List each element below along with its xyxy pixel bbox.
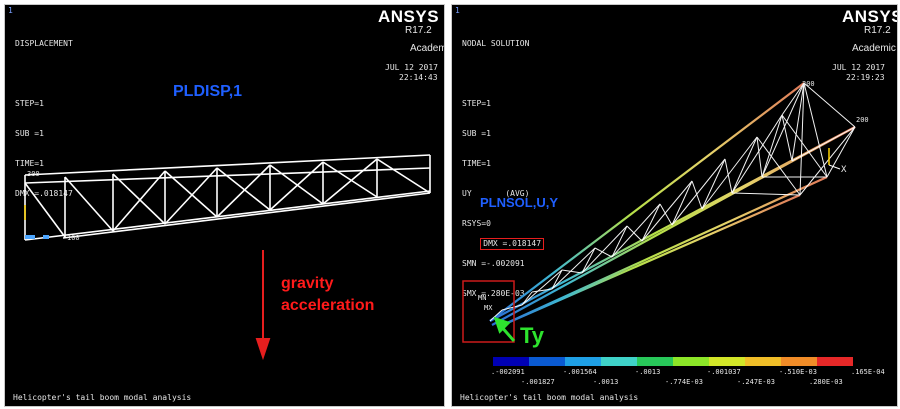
legend-tick-label: -.774E-03 xyxy=(665,378,703,386)
boom-wireframe xyxy=(24,154,431,361)
contour-plot xyxy=(462,82,856,366)
legend-color-band xyxy=(745,357,781,366)
legend-tick-label: -.247E-03 xyxy=(737,378,775,386)
min-node-label: MN xyxy=(478,294,487,302)
legend-color-band xyxy=(493,357,529,366)
legend-tick-label: .165E-04 xyxy=(851,368,885,376)
node-label: 200 xyxy=(856,116,869,124)
legend-color-band xyxy=(817,357,853,366)
gravity-arrow-icon xyxy=(255,250,271,361)
legend-tick-label: .280E-03 xyxy=(809,378,843,386)
plot-footer: Helicopter's tail boom modal analysis xyxy=(13,393,192,402)
axis-x-icon xyxy=(828,164,841,170)
legend-tick-label: -.001564 xyxy=(563,368,597,376)
plot-footer: Helicopter's tail boom modal analysis xyxy=(460,393,639,402)
axis-x-label: X xyxy=(841,165,847,175)
legend-color-band xyxy=(565,357,601,366)
node-label: 100 xyxy=(67,234,80,242)
boom-lattice xyxy=(489,82,856,322)
legend-color-band xyxy=(673,357,709,366)
legend-color-band xyxy=(709,357,745,366)
legend-tick-label: -.0013 xyxy=(593,378,619,386)
max-node-label: MX xyxy=(484,304,493,312)
legend-tick-label: .-002091 xyxy=(491,368,525,376)
node-label: 300 xyxy=(27,170,40,178)
ty-annotation: Ty xyxy=(520,323,545,348)
legend-color-band xyxy=(637,357,673,366)
legend-tick-label: -.001827 xyxy=(521,378,555,386)
legend-tick-label: -.0013 xyxy=(635,368,661,376)
legend-color-band xyxy=(781,357,817,366)
legend-color-band xyxy=(529,357,565,366)
right-graphics-window: 1 NODAL SOLUTION STEP=1 SUB =1 TIME=1 UY… xyxy=(451,4,898,407)
left-graphics-window: 1 DISPLACEMENT STEP=1 SUB =1 TIME=1 DMX … xyxy=(4,4,445,407)
truss-frame xyxy=(24,154,431,241)
legend-tick-label: -.510E-03 xyxy=(779,368,817,376)
legend-tick-label: -.001037 xyxy=(707,368,741,376)
contour-legend-bar xyxy=(493,357,853,366)
gravity-annotation: gravity acceleration xyxy=(281,275,375,314)
legend-color-band xyxy=(601,357,637,366)
node-label: 300 xyxy=(802,80,815,88)
